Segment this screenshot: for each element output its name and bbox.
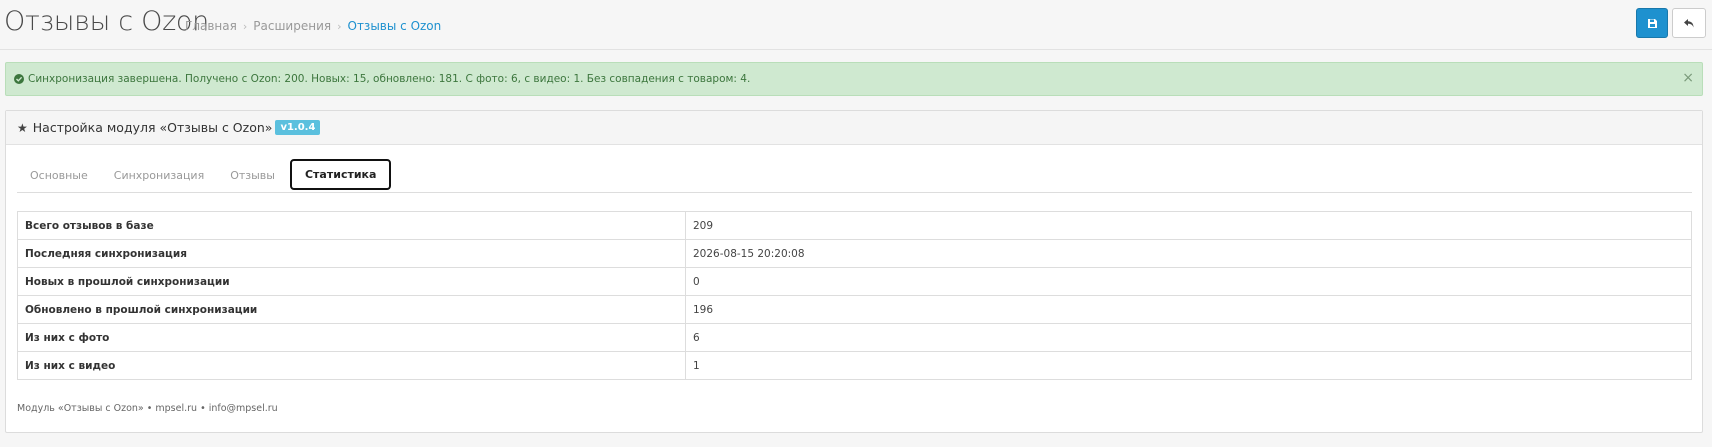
stat-value: 1 <box>685 351 1692 380</box>
stat-label: Новых в прошлой синхронизации <box>17 267 686 296</box>
breadcrumb-extensions[interactable]: Расширения <box>253 19 331 33</box>
reply-icon <box>1684 18 1694 27</box>
close-icon[interactable]: × <box>1682 71 1694 85</box>
save-button[interactable] <box>1636 8 1668 38</box>
alert-message: Синхронизация завершена. Получено с Ozon… <box>28 73 751 85</box>
stat-value: 2026-08-15 20:20:08 <box>685 239 1692 268</box>
stat-value: 6 <box>685 323 1692 352</box>
breadcrumb-current[interactable]: Отзывы с Ozon <box>348 19 442 33</box>
page-header: Отзывы с Ozon Главная › Расширения › Отз… <box>0 0 1712 50</box>
breadcrumb-separator: › <box>337 19 342 33</box>
tab-sync[interactable]: Синхронизация <box>101 159 217 191</box>
module-footer: Модуль «Отзывы с Ozon» • mpsel.ru • info… <box>17 403 278 414</box>
panel-title: Настройка модуля «Отзывы с Ozon» <box>32 120 273 135</box>
page-title: Отзывы с Ozon <box>4 6 209 37</box>
version-badge: v1.0.4 <box>275 120 321 135</box>
tab-general[interactable]: Основные <box>17 159 101 191</box>
stats-table: Всего отзывов в базе 209 Последняя синхр… <box>17 211 1692 380</box>
breadcrumb-home[interactable]: Главная <box>185 19 237 33</box>
star-icon: ★ <box>17 120 28 135</box>
table-row: Новых в прошлой синхронизации 0 <box>17 267 1692 296</box>
table-row: Последняя синхронизация 2026-08-15 20:20… <box>17 239 1692 268</box>
table-row: Обновлено в прошлой синхронизации 196 <box>17 295 1692 324</box>
success-alert: Синхронизация завершена. Получено с Ozon… <box>5 62 1703 96</box>
tab-statistics[interactable]: Статистика <box>289 159 392 190</box>
breadcrumb: Главная › Расширения › Отзывы с Ozon <box>185 19 441 33</box>
stat-label: Из них с фото <box>17 323 686 352</box>
tab-bar: Основные Синхронизация Отзывы Статистика <box>17 159 1692 193</box>
table-row: Всего отзывов в базе 209 <box>17 211 1692 240</box>
panel-heading: ★ Настройка модуля «Отзывы с Ozon» v1.0.… <box>6 111 1702 145</box>
tab-reviews[interactable]: Отзывы <box>217 159 288 191</box>
breadcrumb-separator: › <box>242 19 248 33</box>
table-row: Из них с фото 6 <box>17 323 1692 352</box>
stat-value: 0 <box>685 267 1692 296</box>
stat-value: 196 <box>685 295 1692 324</box>
back-button[interactable] <box>1672 8 1706 38</box>
save-icon <box>1647 18 1657 28</box>
table-row: Из них с видео 1 <box>17 351 1692 380</box>
stat-label: Всего отзывов в базе <box>17 211 686 240</box>
settings-panel: ★ Настройка модуля «Отзывы с Ozon» v1.0.… <box>5 110 1703 433</box>
stat-label: Последняя синхронизация <box>17 239 686 268</box>
stat-label: Обновлено в прошлой синхронизации <box>17 295 686 324</box>
stat-label: Из них с видео <box>17 351 686 380</box>
stat-value: 209 <box>685 211 1692 240</box>
check-circle-icon <box>14 74 24 84</box>
